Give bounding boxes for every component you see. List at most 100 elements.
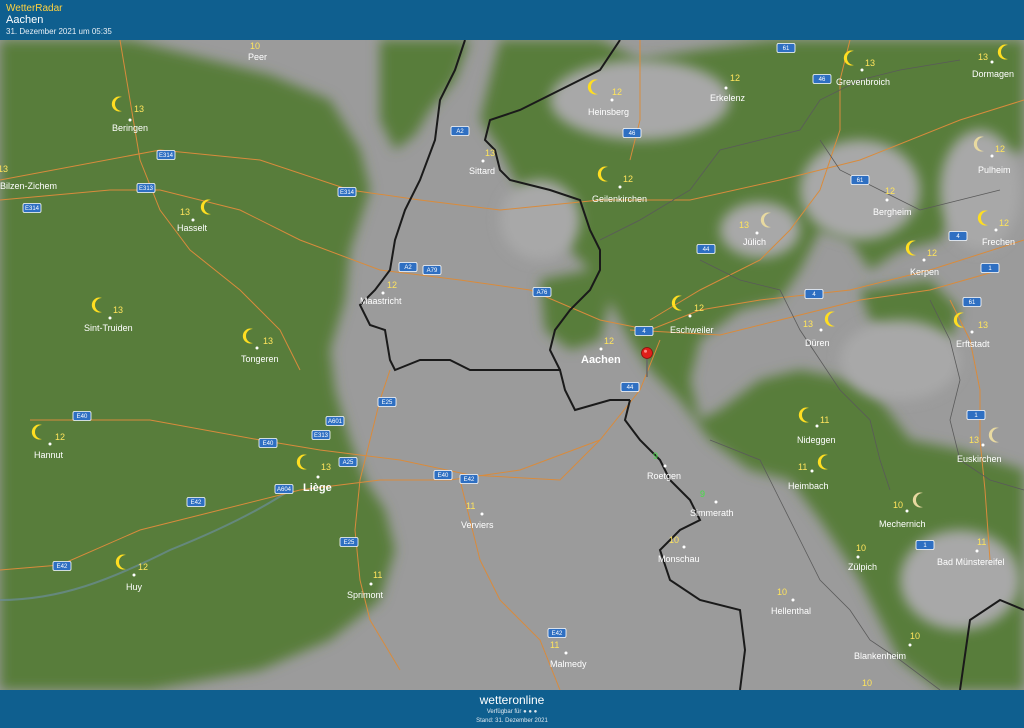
- svg-text:Dormagen: Dormagen: [972, 69, 1014, 79]
- road-badge: 1: [915, 540, 935, 550]
- road-badge: A604: [274, 484, 294, 494]
- svg-text:9: 9: [700, 489, 705, 499]
- svg-text:13: 13: [865, 58, 875, 68]
- svg-text:13: 13: [978, 52, 988, 62]
- road-badge: 61: [776, 43, 796, 53]
- road-badge: 46: [812, 74, 832, 84]
- svg-text:13: 13: [321, 462, 331, 472]
- svg-text:12: 12: [138, 562, 148, 572]
- svg-text:Aachen: Aachen: [581, 354, 621, 366]
- road-badge: E313: [311, 430, 331, 440]
- svg-text:Bergheim: Bergheim: [873, 207, 912, 217]
- svg-text:Frechen: Frechen: [982, 237, 1015, 247]
- stand-text: Stand: 31. Dezember 2021: [476, 718, 548, 724]
- svg-text:Malmedy: Malmedy: [550, 659, 587, 669]
- svg-text:Jülich: Jülich: [743, 237, 766, 247]
- svg-text:13: 13: [113, 305, 123, 315]
- svg-text:Eschweiler: Eschweiler: [670, 325, 714, 335]
- svg-text:E25: E25: [344, 540, 355, 546]
- svg-text:12: 12: [604, 336, 614, 346]
- road-badge: E25: [377, 397, 397, 407]
- svg-text:Huy: Huy: [126, 582, 143, 592]
- svg-text:12: 12: [995, 144, 1005, 154]
- svg-text:Grevenbroich: Grevenbroich: [836, 77, 890, 87]
- svg-text:12: 12: [387, 280, 397, 290]
- road-badge: A2: [450, 126, 470, 136]
- road-badge: E314: [22, 203, 42, 213]
- svg-text:61: 61: [783, 46, 790, 52]
- road-badge: 4: [804, 289, 824, 299]
- svg-text:44: 44: [703, 247, 710, 253]
- road-badge: E40: [258, 438, 278, 448]
- road-badge: E42: [547, 628, 567, 638]
- svg-text:10: 10: [777, 587, 787, 597]
- svg-text:13: 13: [969, 435, 979, 445]
- svg-text:13: 13: [803, 319, 813, 329]
- svg-text:11: 11: [550, 640, 559, 650]
- svg-text:Sprimont: Sprimont: [347, 590, 384, 600]
- svg-text:Düren: Düren: [805, 338, 830, 348]
- road-badge: 44: [696, 244, 716, 254]
- road-badge: A601: [325, 416, 345, 426]
- svg-text:Monschau: Monschau: [658, 554, 700, 564]
- svg-text:13: 13: [0, 164, 8, 174]
- svg-text:10: 10: [669, 535, 679, 545]
- svg-text:A79: A79: [427, 268, 438, 274]
- app-header: WetterRadar Aachen 31. Dezember 2021 um …: [0, 0, 1024, 40]
- svg-text:9: 9: [653, 451, 658, 461]
- svg-text:Euskirchen: Euskirchen: [957, 454, 1002, 464]
- road-badge: A76: [532, 287, 552, 297]
- location-title[interactable]: Aachen: [6, 14, 43, 26]
- road-badge: 1: [966, 410, 986, 420]
- svg-text:46: 46: [819, 77, 826, 83]
- svg-text:E314: E314: [340, 190, 355, 196]
- road-badge: E314: [337, 187, 357, 197]
- svg-text:Hellenthal: Hellenthal: [771, 606, 811, 616]
- svg-text:A25: A25: [343, 460, 354, 466]
- svg-text:Beringen: Beringen: [112, 123, 148, 133]
- road-badge: 46: [622, 128, 642, 138]
- svg-text:Simmerath: Simmerath: [690, 508, 734, 518]
- svg-text:12: 12: [694, 303, 704, 313]
- svg-text:11: 11: [798, 462, 807, 472]
- availability-text: Verfügbar für ● ● ●: [486, 709, 538, 715]
- app-footer: wetteronline Verfügbar für ● ● ● Stand: …: [0, 690, 1024, 728]
- svg-text:11: 11: [466, 501, 475, 511]
- svg-text:Verviers: Verviers: [461, 520, 494, 530]
- svg-text:11: 11: [820, 415, 829, 425]
- svg-text:13: 13: [263, 336, 273, 346]
- svg-text:12: 12: [55, 432, 65, 442]
- svg-text:12: 12: [730, 73, 740, 83]
- svg-text:13: 13: [739, 220, 749, 230]
- svg-text:Geilenkirchen: Geilenkirchen: [592, 194, 647, 204]
- svg-text:A2: A2: [456, 129, 464, 135]
- svg-text:10: 10: [862, 678, 872, 688]
- svg-text:46: 46: [629, 131, 636, 137]
- svg-text:13: 13: [978, 320, 988, 330]
- svg-text:12: 12: [999, 218, 1009, 228]
- wetteronline-logo[interactable]: wetteronline: [0, 693, 1024, 707]
- road-badge: E40: [433, 470, 453, 480]
- svg-text:10: 10: [856, 543, 866, 553]
- road-badge: E25: [339, 537, 359, 547]
- svg-text:E42: E42: [552, 631, 563, 637]
- svg-text:E40: E40: [263, 441, 274, 447]
- road-badge: A79: [422, 265, 442, 275]
- svg-text:11: 11: [977, 537, 986, 547]
- svg-text:Tongeren: Tongeren: [241, 354, 279, 364]
- svg-text:Kerpen: Kerpen: [910, 267, 939, 277]
- road-badge: 4: [634, 326, 654, 336]
- svg-text:A604: A604: [277, 487, 292, 493]
- weather-map[interactable]: E314 E313 E314 E314 E40 E40 E42 E42 E25 …: [0, 40, 1024, 690]
- svg-text:E42: E42: [191, 500, 202, 506]
- svg-text:E313: E313: [314, 433, 329, 439]
- svg-text:E42: E42: [57, 564, 68, 570]
- svg-text:Zülpich: Zülpich: [848, 562, 877, 572]
- svg-text:Heimbach: Heimbach: [788, 481, 829, 491]
- road-badge: E40: [72, 411, 92, 421]
- svg-text:Hasselt: Hasselt: [177, 223, 208, 233]
- svg-text:12: 12: [623, 174, 633, 184]
- platform-icons: ● ● ●: [523, 709, 538, 715]
- road-label: E314: [159, 153, 174, 159]
- road-badge: E42: [459, 474, 479, 484]
